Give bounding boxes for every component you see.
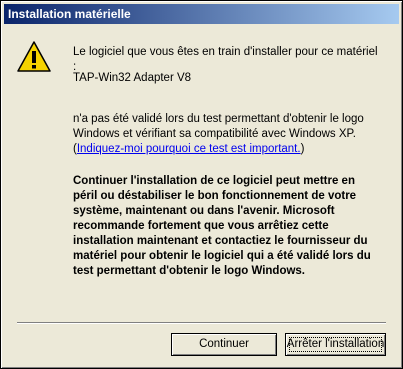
divider [17,322,386,324]
stop-installation-button-label: Arrêter l'installation [286,338,385,350]
why-test-important-link[interactable]: Indiquez-moi pourquoi ce test est import… [77,143,301,155]
hardware-installation-dialog: Installation matérielle Le logiciel que … [0,0,403,369]
not-validated-text: n'a pas été validé lors du test permetta… [73,112,373,157]
device-name: TAP-Win32 Adapter V8 [73,72,192,84]
not-validated-suffix: ) [300,143,305,155]
stop-installation-button[interactable]: Arrêter l'installation [285,333,386,356]
warning-message: Continuer l'installation de ce logiciel … [73,175,371,277]
continue-button[interactable]: Continuer [171,333,277,356]
window-title: Installation matérielle [8,7,131,21]
warning-icon [17,41,51,72]
continue-button-label: Continuer [199,338,249,350]
title-bar[interactable]: Installation matérielle [4,4,399,24]
